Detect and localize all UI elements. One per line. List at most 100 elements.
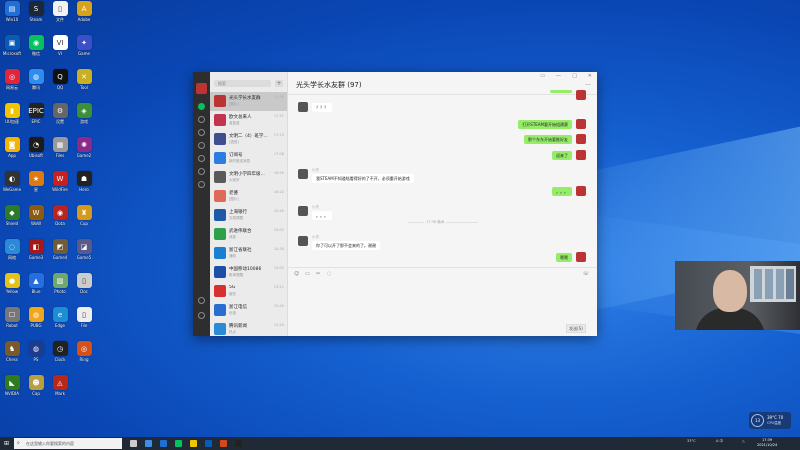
conversation-item[interactable]: 中国移动10086 账单提醒 14:02: [210, 263, 287, 282]
voice-call-icon[interactable]: ☏: [583, 271, 589, 277]
add-chat-button[interactable]: +: [275, 80, 283, 87]
my-avatar[interactable]: [576, 134, 586, 144]
send-button[interactable]: 发送(S): [566, 324, 586, 333]
contacts-nav-icon[interactable]: [198, 116, 205, 123]
phone-nav-icon[interactable]: [198, 297, 205, 304]
desktop-icon[interactable]: ▯ 文件: [49, 1, 71, 23]
desktop-icon[interactable]: ◍ 腾讯: [25, 69, 47, 91]
conversation-item[interactable]: 老婆 [图片] 16:22: [210, 187, 287, 206]
my-avatar[interactable]: [576, 252, 586, 262]
message-bubble[interactable]: 嗯嗯: [556, 253, 572, 262]
desktop-icon[interactable]: ★ 星: [25, 171, 47, 193]
taskbar-app-icon[interactable]: [130, 440, 137, 447]
taskbar-app-icon[interactable]: [145, 440, 152, 447]
maximize-icon[interactable]: □: [572, 73, 577, 79]
message-bubble[interactable]: [550, 90, 572, 93]
desktop-icon[interactable]: ▦ Files: [49, 137, 71, 158]
desktop-icon[interactable]: W WildFire: [49, 171, 71, 192]
moments-nav-icon[interactable]: [198, 155, 205, 162]
desktop-icon[interactable]: ◍ PS: [25, 341, 47, 362]
desktop-icon[interactable]: ◌ 网络: [1, 239, 23, 261]
files-nav-icon[interactable]: [198, 142, 205, 149]
desktop-icon[interactable]: ◪ Game5: [73, 239, 95, 260]
taskbar-app-icon[interactable]: [190, 440, 197, 447]
desktop-icon[interactable]: S Steam: [25, 1, 47, 22]
screenshot-icon[interactable]: ✂: [316, 271, 320, 277]
weather-text[interactable]: 33°C: [687, 439, 696, 443]
desktop-icon[interactable]: ◉ 微信: [25, 35, 47, 57]
desktop-icon[interactable]: ◔ Ubisoft: [25, 137, 47, 158]
desktop-icon[interactable]: ▲ Blue: [25, 273, 47, 294]
taskbar-search[interactable]: ⌕ 在这里输入你要搜索的内容: [14, 438, 122, 449]
my-avatar[interactable]: [576, 186, 586, 196]
conversation-item[interactable]: 欧文总来人 蓝蓝蓝 17:21: [210, 111, 287, 130]
desktop-icon[interactable]: ◩ Game4: [49, 239, 71, 260]
conversation-item[interactable]: 浙江电信 优惠 12:45: [210, 301, 287, 320]
clock[interactable]: 17:39 2021/10/24: [757, 438, 777, 448]
desktop-icon[interactable]: W WoW: [25, 205, 47, 226]
desktop-icon[interactable]: ☐ Robot: [1, 307, 23, 328]
desktop-icon[interactable]: ◎ 网易云: [1, 69, 23, 91]
message-bubble[interactable]: 你了可以开了那不会来的了。谢谢: [312, 241, 380, 250]
taskbar-app-icon[interactable]: [235, 440, 242, 447]
message-bubble[interactable]: 那个东东开始要推好友: [524, 135, 572, 144]
cpu-temp-widget[interactable]: 13 39°C 70 CPU温度: [749, 412, 791, 429]
member-avatar[interactable]: [298, 206, 308, 216]
message-bubble[interactable]: 。。。: [312, 211, 332, 220]
desktop-icon[interactable]: ◎ Ring: [73, 341, 95, 362]
my-avatar[interactable]: [576, 150, 586, 160]
chat-history-icon[interactable]: ◌: [327, 271, 331, 277]
close-icon[interactable]: ✕: [588, 73, 592, 79]
desktop-icon[interactable]: ☗ Hero: [73, 171, 95, 192]
desktop-icon[interactable]: ● Yellow: [1, 273, 23, 294]
emoji-icon[interactable]: ☺: [294, 271, 299, 277]
conversation-item[interactable]: 文明小学四年级... 大家好 16:50: [210, 168, 287, 187]
taskbar-app-icon[interactable]: [175, 440, 182, 447]
search-input[interactable]: 搜索: [214, 80, 271, 87]
desktop-icon[interactable]: ☻ Cap: [25, 375, 47, 396]
member-avatar[interactable]: [298, 236, 308, 246]
desktop-icon[interactable]: VI VI: [49, 35, 71, 56]
chat-nav-icon[interactable]: [198, 103, 205, 110]
conversation-item[interactable]: 光头学长水友群 [图片] 17:39: [210, 92, 287, 111]
desktop-icon[interactable]: ⚙ 设置: [49, 103, 71, 125]
desktop-icon[interactable]: ✕ Tool: [73, 69, 95, 90]
search-nav-icon[interactable]: [198, 168, 205, 175]
file-icon[interactable]: ▭: [305, 271, 310, 277]
message-bubble[interactable]: 我STEAM不知道啥看得好的了不开，必须重开始游戏: [312, 174, 414, 183]
desktop-icon[interactable]: ◷ Clock: [49, 341, 71, 362]
desktop-icon[interactable]: EPIC EPIC: [25, 103, 47, 124]
conversation-item[interactable]: 浙江省联社 通知 14:30: [210, 244, 287, 263]
conversation-item[interactable]: 5G 服务 13:11: [210, 282, 287, 301]
my-avatar[interactable]: [576, 90, 586, 100]
conversation-item[interactable]: 订阅号 新的推送消息 17:08: [210, 149, 287, 168]
desktop-icon[interactable]: ◣ NVIDIA: [1, 375, 23, 396]
desktop-icon[interactable]: ✺ Game2: [73, 137, 95, 158]
desktop-icon[interactable]: Q QQ: [49, 69, 71, 90]
favorites-nav-icon[interactable]: [198, 129, 205, 136]
desktop-icon[interactable]: ▨ Photo: [49, 273, 71, 294]
desktop-icon[interactable]: ◐ WeGame: [1, 171, 23, 192]
message-bubble[interactable]: ？？？: [312, 103, 332, 112]
conversation-item[interactable]: 武进伟联合 消息 15:02: [210, 225, 287, 244]
taskbar-app-icon[interactable]: [220, 440, 227, 447]
desktop-icon[interactable]: ✦ Game: [73, 35, 95, 56]
start-button[interactable]: ⊞: [4, 440, 11, 447]
message-input-area[interactable]: ☺ ▭ ✂ ◌ ☏ 发送(S): [288, 267, 597, 336]
message-bubble[interactable]: 。。。: [552, 187, 572, 196]
miniprogram-nav-icon[interactable]: [198, 181, 205, 188]
desktop-icon[interactable]: ▯ File: [73, 307, 95, 328]
my-avatar[interactable]: [576, 119, 586, 129]
chat-more-button[interactable]: ···: [585, 82, 591, 89]
ime-indicator[interactable]: A 中: [716, 439, 723, 444]
desktop-icon[interactable]: ▤ Win10: [1, 1, 23, 22]
desktop-icon[interactable]: ◉ Dota: [49, 205, 71, 226]
conversation-item[interactable]: 腾讯新闻 热点 11:20: [210, 320, 287, 336]
desktop-icon[interactable]: ◧ Game3: [25, 239, 47, 260]
user-avatar[interactable]: [196, 83, 207, 94]
desktop-icon[interactable]: ◬ Mark: [49, 375, 71, 396]
message-bubble[interactable]: 打开STEAM要开始组建赛: [518, 120, 572, 129]
desktop-icon[interactable]: ♞ Chess: [1, 341, 23, 362]
desktop-icon[interactable]: ◙ App: [1, 137, 23, 158]
taskbar-app-icon[interactable]: [160, 440, 167, 447]
